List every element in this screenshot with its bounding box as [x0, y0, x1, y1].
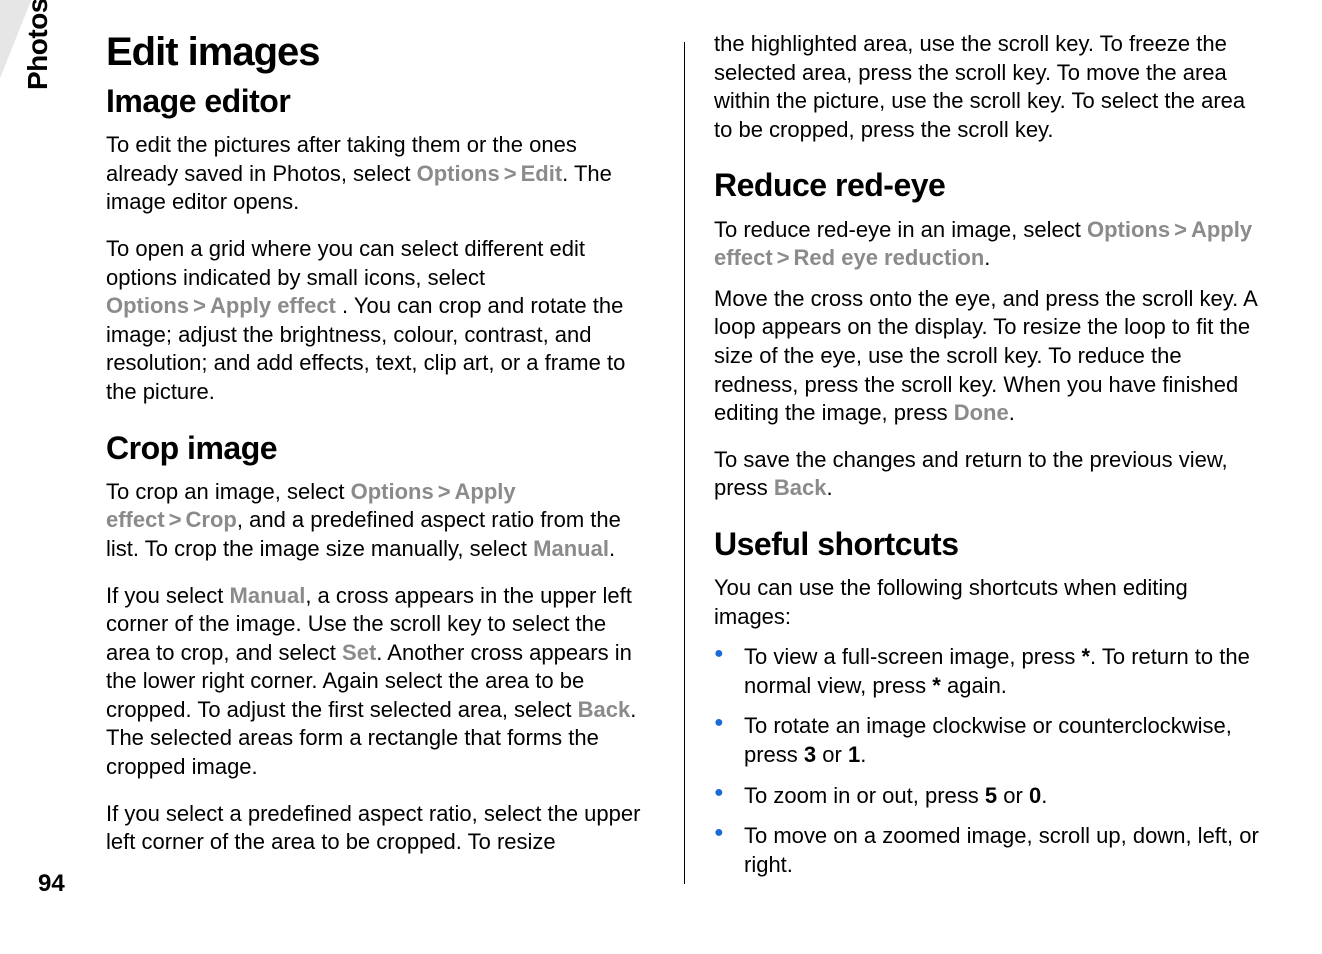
text: again.: [941, 673, 1007, 698]
paragraph: To reduce red-eye in an image, select Op…: [714, 216, 1262, 273]
key-5: 5: [985, 783, 997, 808]
softkey-options: Options: [1087, 217, 1170, 242]
key-0: 0: [1029, 783, 1041, 808]
softkey-manual: Manual: [230, 583, 306, 608]
list-item: To view a full-screen image, press *. To…: [714, 643, 1262, 700]
paragraph: To crop an image, select Options>Apply e…: [106, 478, 654, 564]
heading-useful-shortcuts: Useful shortcuts: [714, 527, 1262, 562]
page-number: 94: [38, 870, 65, 898]
separator-icon: >: [189, 293, 210, 318]
separator-icon: >: [773, 245, 794, 270]
text: .: [609, 536, 615, 561]
separator-icon: >: [165, 507, 186, 532]
right-column: the highlighted area, use the scroll key…: [684, 30, 1262, 924]
text: .: [827, 475, 833, 500]
softkey-back: Back: [774, 475, 827, 500]
softkey-options: Options: [106, 293, 189, 318]
text: To crop an image, select: [106, 479, 351, 504]
text: To view a full-screen image, press: [744, 644, 1081, 669]
text: .: [1041, 783, 1047, 808]
text: .: [1009, 400, 1015, 425]
softkey-edit: Edit: [521, 161, 563, 186]
key-3: 3: [804, 742, 816, 767]
left-column: Edit images Image editor To edit the pic…: [106, 30, 684, 924]
section-tab: Photos: [22, 0, 54, 90]
softkey-apply-effect: Apply effect: [210, 293, 336, 318]
key-star: *: [1081, 644, 1090, 669]
heading-edit-images: Edit images: [106, 30, 654, 74]
paragraph: To edit the pictures after taking them o…: [106, 131, 654, 217]
paragraph: If you select Manual, a cross appears in…: [106, 582, 654, 782]
text: or: [997, 783, 1029, 808]
text: or: [816, 742, 848, 767]
heading-image-editor: Image editor: [106, 84, 654, 119]
list-item: To rotate an image clockwise or counterc…: [714, 712, 1262, 769]
text: To reduce red-eye in an image, select: [714, 217, 1087, 242]
separator-icon: >: [500, 161, 521, 186]
text: .: [860, 742, 866, 767]
softkey-manual: Manual: [533, 536, 609, 561]
heading-reduce-red-eye: Reduce red-eye: [714, 168, 1262, 203]
paragraph: To save the changes and return to the pr…: [714, 446, 1262, 503]
list-item: To zoom in or out, press 5 or 0.: [714, 782, 1262, 811]
list-item: To move on a zoomed image, scroll up, do…: [714, 822, 1262, 879]
paragraph: Move the cross onto the eye, and press t…: [714, 285, 1262, 428]
text: If you select: [106, 583, 230, 608]
softkey-options: Options: [417, 161, 500, 186]
softkey-done: Done: [954, 400, 1009, 425]
text: To zoom in or out, press: [744, 783, 985, 808]
softkey-set: Set: [342, 640, 376, 665]
paragraph: If you select a predefined aspect ratio,…: [106, 800, 654, 857]
shortcuts-list: To view a full-screen image, press *. To…: [714, 643, 1262, 879]
softkey-crop: Crop: [186, 507, 237, 532]
column-divider: [684, 42, 685, 884]
softkey-options: Options: [351, 479, 434, 504]
softkey-back: Back: [578, 697, 631, 722]
softkey-red-eye-reduction: Red eye reduction: [794, 245, 985, 270]
paragraph: You can use the following shortcuts when…: [714, 574, 1262, 631]
key-1: 1: [848, 742, 860, 767]
paragraph: To open a grid where you can select diff…: [106, 235, 654, 407]
separator-icon: >: [434, 479, 455, 504]
text: .: [984, 245, 990, 270]
page-content: Edit images Image editor To edit the pic…: [106, 30, 1262, 924]
key-star: *: [932, 673, 941, 698]
heading-crop-image: Crop image: [106, 431, 654, 466]
paragraph: the highlighted area, use the scroll key…: [714, 30, 1262, 144]
text: To open a grid where you can select diff…: [106, 236, 585, 290]
separator-icon: >: [1170, 217, 1191, 242]
